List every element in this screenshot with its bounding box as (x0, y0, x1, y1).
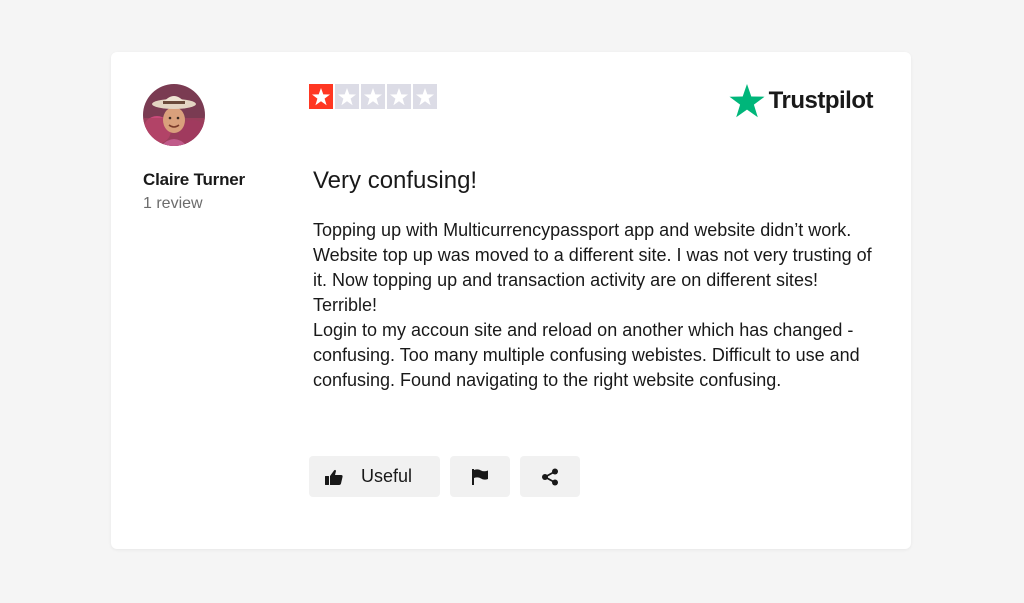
review-body: Topping up with Multicurrencypassport ap… (313, 218, 883, 393)
useful-label: Useful (360, 466, 413, 486)
thumbs-up-icon (324, 469, 343, 485)
star-rating (309, 84, 437, 109)
star-empty-icon (361, 84, 385, 109)
review-actions: Useful (309, 456, 580, 497)
avatar[interactable] (143, 84, 205, 146)
trustpilot-star-icon (729, 84, 765, 118)
share-icon (541, 468, 559, 486)
flag-button[interactable] (450, 456, 510, 497)
flag-icon (471, 468, 489, 485)
star-empty-icon (413, 84, 437, 109)
reviewer-name[interactable]: Claire Turner (143, 170, 245, 190)
trustpilot-wordmark: Trustpilot (768, 87, 874, 114)
star-filled-icon (309, 84, 333, 109)
review-card: Claire Turner 1 review Trustpilot Very c… (111, 52, 911, 549)
useful-button[interactable]: Useful (309, 456, 440, 497)
share-button[interactable] (520, 456, 580, 497)
star-empty-icon (335, 84, 359, 109)
review-paragraph: Topping up with Multicurrencypassport ap… (313, 220, 872, 315)
review-paragraph: Login to my accoun site and reload on an… (313, 320, 860, 390)
avatar-image (143, 84, 205, 146)
trustpilot-logo[interactable]: Trustpilot (729, 84, 874, 118)
review-title[interactable]: Very confusing! (313, 167, 477, 195)
review-count: 1 review (143, 195, 203, 212)
star-empty-icon (387, 84, 411, 109)
